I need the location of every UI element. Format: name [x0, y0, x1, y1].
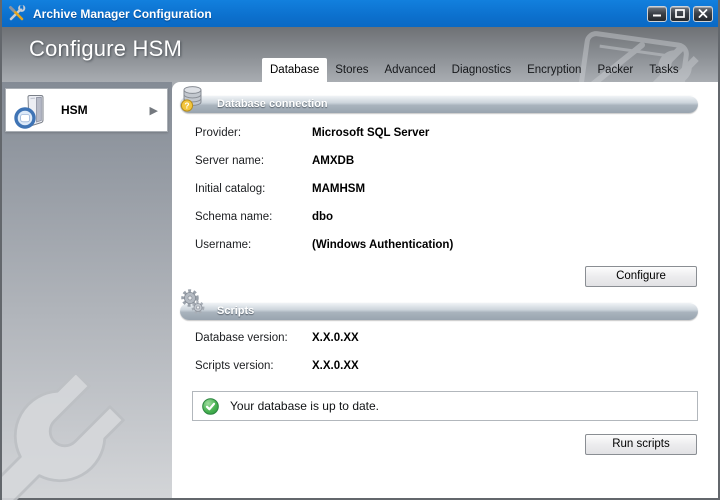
section-title: Database connection	[217, 98, 328, 110]
tab-advanced[interactable]: Advanced	[376, 58, 443, 82]
field-label: Server name:	[195, 155, 265, 167]
page-title: Configure HSM	[29, 36, 182, 61]
close-button[interactable]	[693, 5, 713, 22]
field-row-schema-name: Schema name: dbo	[195, 211, 625, 223]
minimize-icon	[653, 14, 661, 17]
field-value: AMXDB	[312, 155, 355, 167]
status-message-box: Your database is up to date.	[192, 391, 698, 421]
tab-diagnostics[interactable]: Diagnostics	[444, 58, 519, 82]
section-title: Scripts	[217, 305, 255, 317]
tab-packer[interactable]: Packer	[589, 58, 641, 82]
field-label: Schema name:	[195, 211, 273, 223]
field-value: X.X.0.XX	[312, 332, 359, 344]
arrow-right-icon: ▶	[149, 103, 158, 117]
tools-icon	[9, 5, 26, 21]
tab-bar: Database Stores Advanced Diagnostics Enc…	[262, 58, 687, 82]
status-message: Your database is up to date.	[230, 399, 380, 413]
field-value: dbo	[312, 211, 334, 223]
field-row-server-name: Server name: AMXDB	[195, 155, 625, 167]
tab-encryption[interactable]: Encryption	[519, 58, 589, 82]
hsm-server-icon	[14, 95, 44, 129]
field-row-database-version: Database version: X.X.0.XX	[195, 332, 625, 344]
field-label: Initial catalog:	[195, 183, 266, 195]
field-value: MAMHSM	[312, 183, 366, 195]
tab-tasks[interactable]: Tasks	[641, 58, 686, 82]
field-row-scripts-version: Scripts version: X.X.0.XX	[195, 360, 625, 372]
main-panel: ? Database connection Provider: Microsoft…	[172, 82, 718, 498]
field-value: X.X.0.XX	[312, 360, 359, 372]
field-label: Provider:	[195, 127, 242, 139]
check-icon	[202, 397, 219, 415]
tab-stores[interactable]: Stores	[327, 58, 376, 82]
sidebar-item-label: HSM	[61, 103, 88, 117]
field-row-provider: Provider: Microsoft SQL Server	[195, 127, 625, 139]
scripts-section-header: Scripts	[180, 302, 698, 320]
field-value: Microsoft SQL Server	[312, 127, 430, 139]
titlebar: Archive Manager Configuration	[2, 0, 718, 27]
wrench-watermark	[2, 371, 125, 500]
field-label: Username:	[195, 239, 252, 251]
sidebar	[2, 82, 172, 500]
database-connection-section-header: Database connection	[180, 95, 698, 113]
tab-database[interactable]: Database	[262, 58, 328, 82]
field-label: Database version:	[195, 332, 288, 344]
close-icon	[698, 9, 708, 18]
sidebar-item-hsm[interactable]: HSM ▶	[5, 88, 168, 132]
run-scripts-button[interactable]: Run scripts	[585, 434, 697, 455]
maximize-button[interactable]	[670, 5, 690, 22]
window-title: Archive Manager Configuration	[33, 6, 212, 21]
field-row-initial-catalog: Initial catalog: MAMHSM	[195, 183, 625, 195]
gears-icon	[181, 289, 205, 314]
database-icon: ?	[180, 86, 202, 112]
app-window: Archive Manager Configuration Configure …	[0, 0, 720, 500]
window-controls	[647, 5, 713, 22]
field-value: (Windows Authentication)	[312, 239, 454, 251]
question-badge: ?	[184, 101, 189, 111]
maximize-icon	[675, 9, 685, 18]
minimize-button[interactable]	[647, 5, 667, 22]
field-row-username: Username: (Windows Authentication)	[195, 239, 625, 251]
configure-button[interactable]: Configure	[585, 266, 697, 287]
field-label: Scripts version:	[195, 360, 274, 372]
